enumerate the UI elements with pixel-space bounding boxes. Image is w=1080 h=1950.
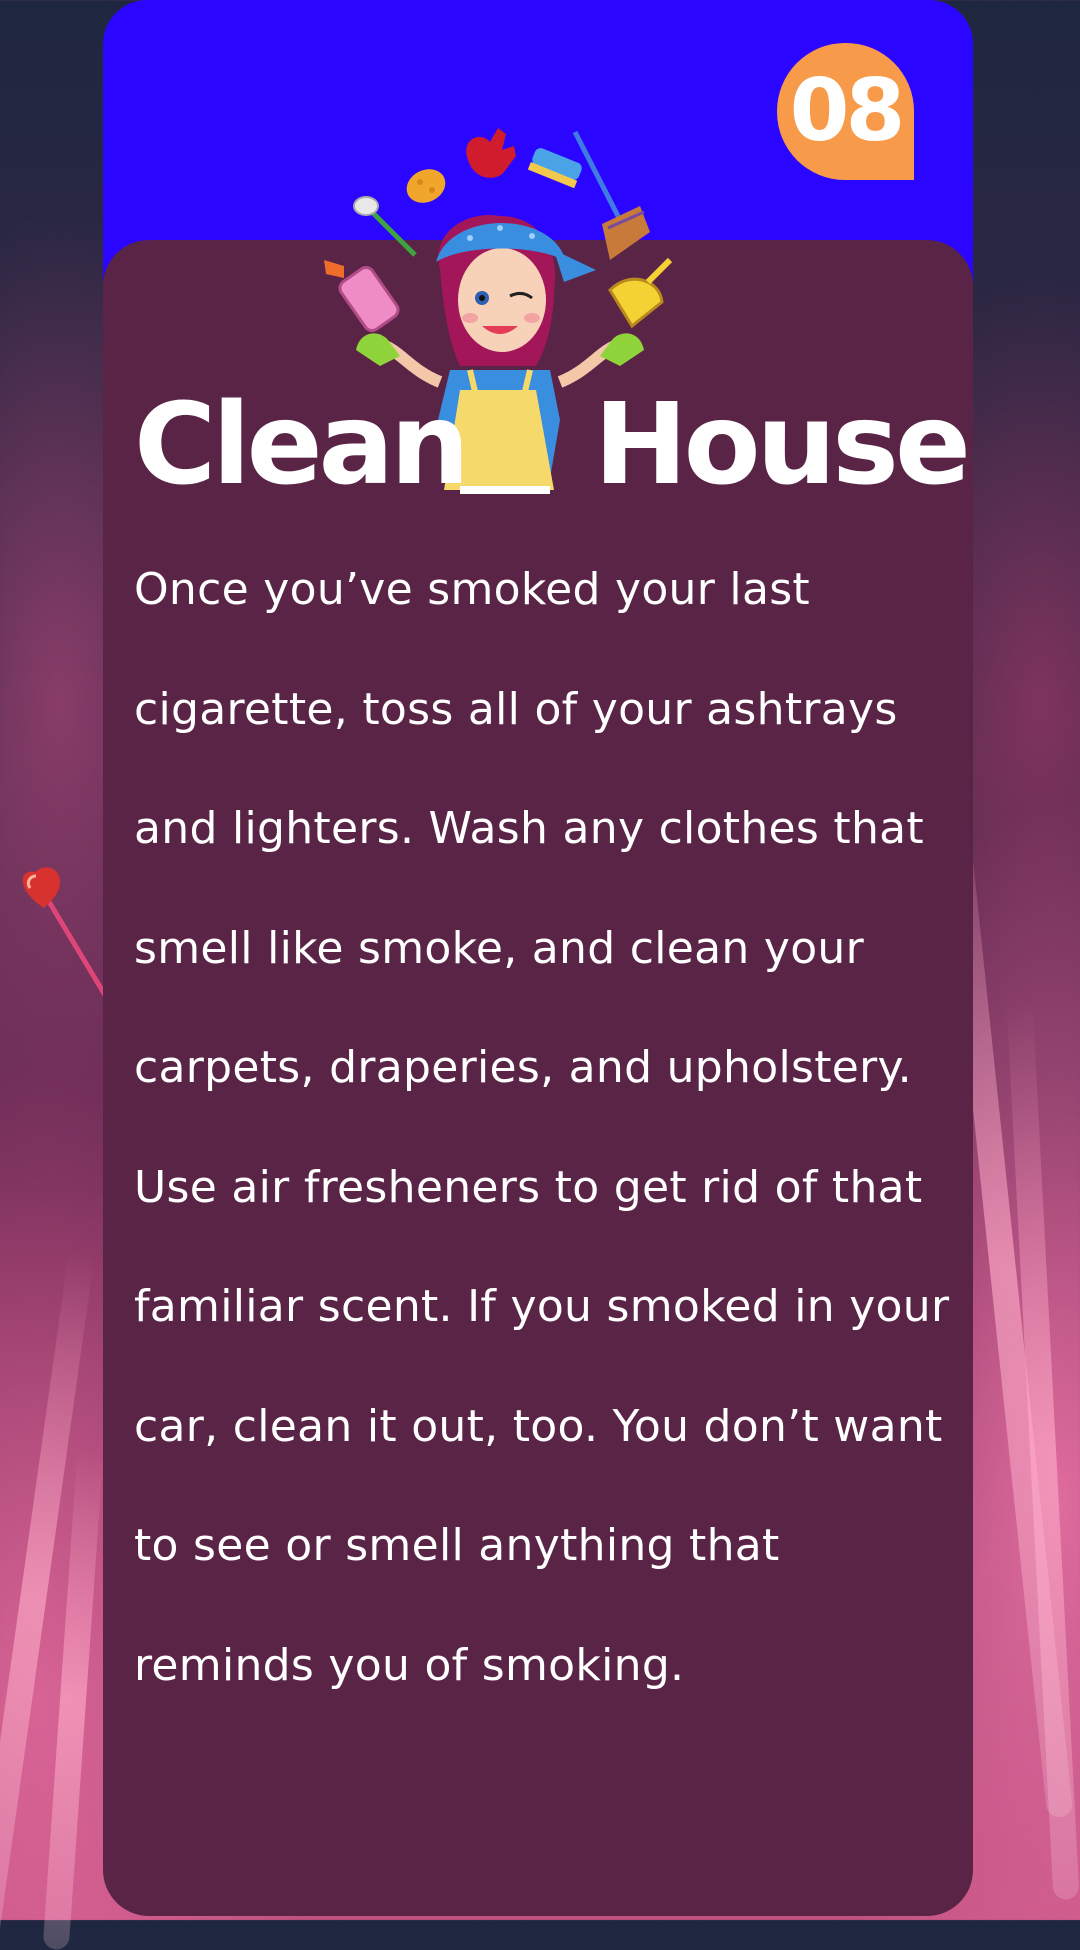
- title-word-house: House: [593, 380, 971, 510]
- page-title: Clean House: [134, 385, 971, 505]
- title-word-clean: Clean: [134, 380, 470, 510]
- heart-lollipop-icon: [22, 867, 111, 1003]
- slide-number-badge: 08: [777, 43, 914, 180]
- body-paragraph: Once you’ve smoked your last cigarette, …: [134, 564, 950, 1691]
